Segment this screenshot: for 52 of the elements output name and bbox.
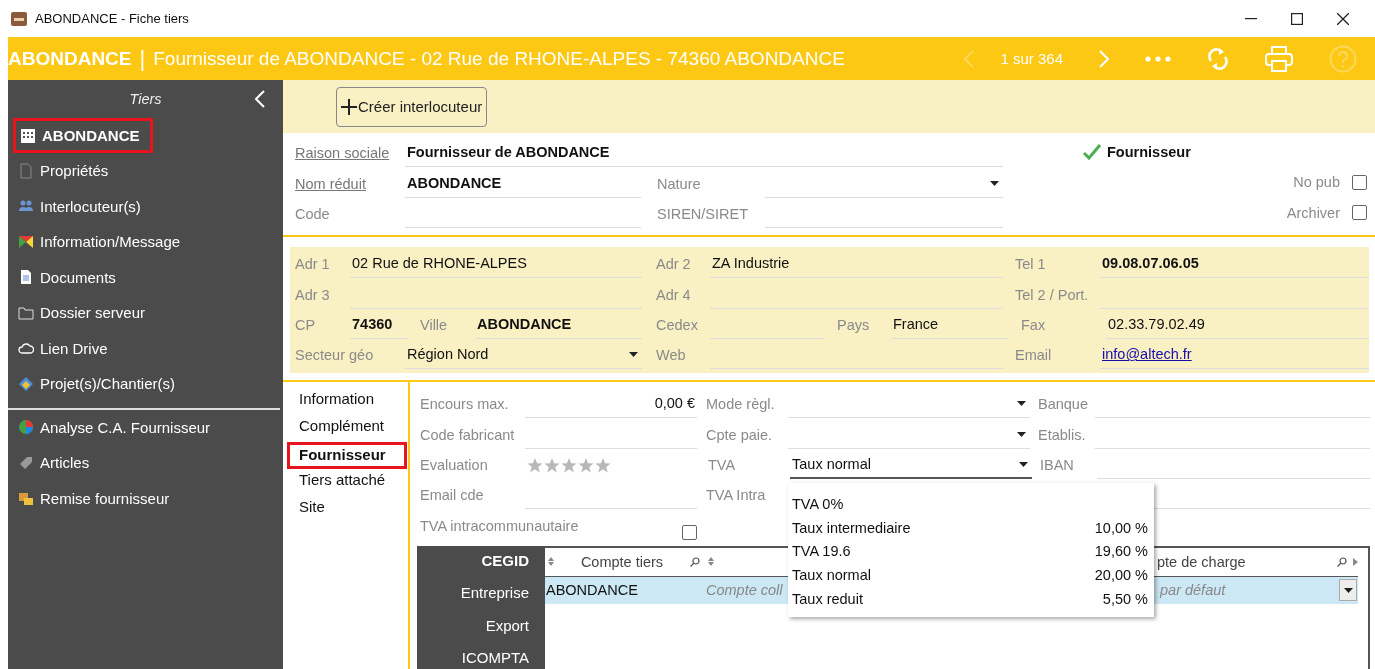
supplier-status: Fournisseur	[1107, 144, 1191, 160]
field-label: TVA Intra	[706, 487, 767, 506]
field-label: Tel 2 / Port.	[1015, 286, 1090, 305]
vat-rate: 5,50 %	[1102, 590, 1148, 609]
window-title: ABONDANCE - Fiche tiers	[35, 11, 189, 26]
sidebar-title: Tiers	[129, 91, 162, 107]
field-label: Fax	[1021, 316, 1047, 335]
table-cell-text: par défaut	[1160, 582, 1227, 599]
field-label: IBAN	[1040, 457, 1075, 476]
separator: |	[139, 45, 146, 72]
field-label: Cpte paie.	[706, 426, 774, 445]
field-label: Encours max.	[420, 396, 510, 415]
column-header: pte de charge	[1157, 553, 1247, 570]
field-label: Pays	[837, 316, 871, 335]
record-name: ABONDANCE	[8, 47, 132, 70]
field-label: Email	[1015, 347, 1053, 366]
field-label: Ville	[420, 316, 449, 335]
field-label: Adr 4	[656, 286, 692, 305]
checkbox-label: Archiver	[1286, 204, 1340, 221]
field-label: Tel 1	[1015, 256, 1047, 275]
field-label: Nature	[657, 175, 702, 194]
field-label: Email cde	[420, 487, 485, 506]
field-label: Adr 2	[656, 256, 692, 275]
field-label: Code fabricant	[420, 426, 516, 445]
field-label: Web	[656, 347, 687, 366]
vat-rate: 10,00 %	[1094, 519, 1148, 538]
column-header: Compte tiers	[579, 553, 665, 570]
table-cell: ABONDANCE	[546, 582, 638, 599]
table-cell: Compte coll	[706, 582, 783, 599]
field-label: Adr 1	[295, 256, 331, 275]
checkbox-label: No pub	[1293, 174, 1340, 191]
field-label: CP	[295, 316, 317, 335]
vat-rate: 19,60 %	[1094, 543, 1148, 562]
field-label: Adr 3	[295, 286, 331, 305]
vat-label: TVA 19.6	[792, 543, 851, 562]
vat-label: Taux normal	[792, 567, 871, 586]
vat-label: Taux intermediaire	[792, 519, 911, 538]
vat-label: TVA 0%	[792, 496, 844, 515]
vat-label: Taux reduit	[792, 590, 863, 609]
field-label: Etablis.	[1038, 426, 1087, 445]
field-label: Evaluation	[420, 457, 489, 476]
page-counter: 1 sur 364	[1000, 50, 1063, 67]
vat-rate: 20,00 %	[1094, 567, 1148, 586]
field-label: Code	[295, 205, 331, 224]
field-label: TVA	[708, 457, 737, 476]
field-label: Cedex	[656, 316, 699, 335]
checkbox-label: TVA intracommunautaire	[420, 517, 580, 536]
field-label: Secteur géo	[295, 347, 375, 366]
field-label: SIREN/SIRET	[657, 205, 750, 224]
record-summary: Fournisseur de ABONDANCE - 02 Rue de RHONE-ALPES - 74360 ABONDANCE	[153, 47, 845, 70]
field-label: Banque	[1038, 396, 1089, 415]
field-label: Mode règl.	[706, 396, 776, 415]
